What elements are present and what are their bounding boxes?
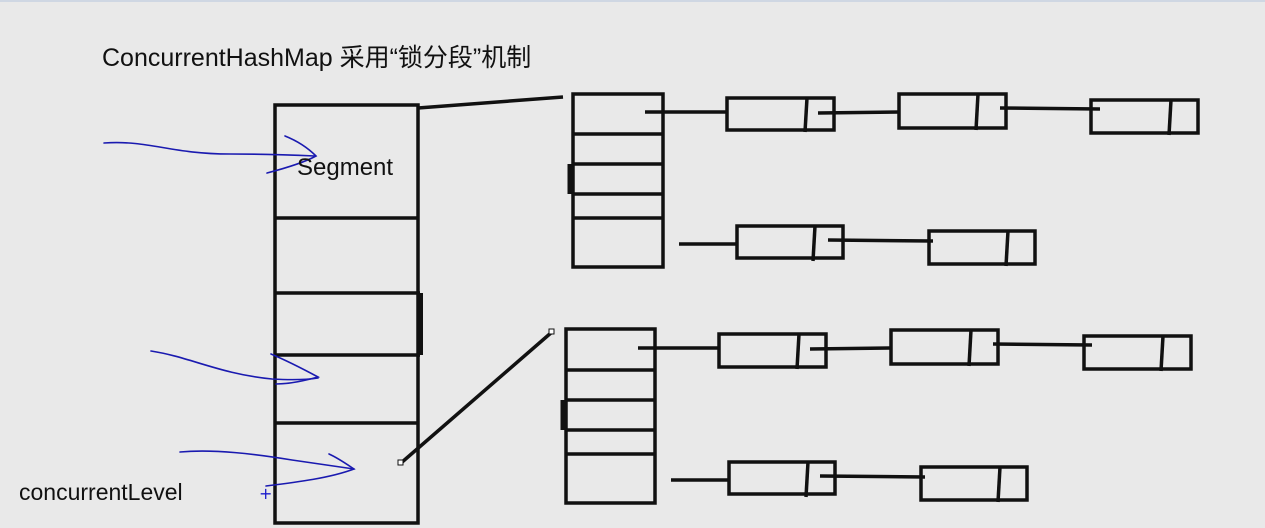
list-node (889, 328, 1000, 366)
hash-table-bottom (560, 327, 657, 505)
list-node (919, 465, 1029, 502)
arrow-icon (103, 135, 318, 174)
segment-label: Segment (297, 154, 394, 181)
segment-diagram (103, 92, 1200, 525)
connector-handle (548, 328, 555, 335)
node-pointer-divider (803, 97, 809, 133)
node-pointer-divider (795, 333, 801, 370)
node-pointer-divider (967, 329, 973, 367)
connector-line-bottom (399, 330, 554, 465)
list-node (1089, 98, 1200, 135)
node-chains-bottom (638, 328, 1193, 503)
list-node (735, 224, 845, 260)
chain-link (817, 110, 901, 115)
plus-icon: + (259, 484, 273, 503)
list-node (1082, 334, 1193, 371)
list-node (727, 460, 837, 496)
chain-link (992, 342, 1093, 347)
diagram-canvas: ConcurrentHashMap 采用“锁分段”机制 Segment conc… (0, 0, 1265, 528)
arrow-icon (179, 450, 356, 487)
connector-handle (397, 459, 404, 466)
chain-link (809, 346, 893, 351)
list-node (725, 96, 836, 132)
hash-table-outline (571, 92, 665, 269)
node-pointer-divider (804, 461, 810, 498)
diagram-title: ConcurrentHashMap 采用“锁分段”机制 (102, 44, 532, 72)
chain-link (819, 474, 926, 479)
chain-link (827, 238, 934, 243)
chain-link (999, 106, 1101, 111)
hash-table-outline (564, 327, 657, 505)
node-pointer-divider (1159, 335, 1165, 372)
segment-connectors (399, 95, 564, 465)
list-node (897, 92, 1008, 130)
node-pointer-divider (974, 93, 980, 131)
concurrency-level-label: concurrentLevel (19, 479, 183, 505)
hash-table-top (567, 92, 665, 269)
list-node (927, 229, 1037, 266)
hand-drawn-arrows (103, 135, 356, 487)
node-pointer-divider (1004, 230, 1010, 267)
list-node (717, 332, 828, 369)
node-chains-top (645, 92, 1200, 267)
connector-line-top (417, 95, 564, 110)
node-pointer-divider (811, 225, 817, 262)
node-pointer-divider (1167, 99, 1173, 136)
node-pointer-divider (996, 466, 1002, 503)
